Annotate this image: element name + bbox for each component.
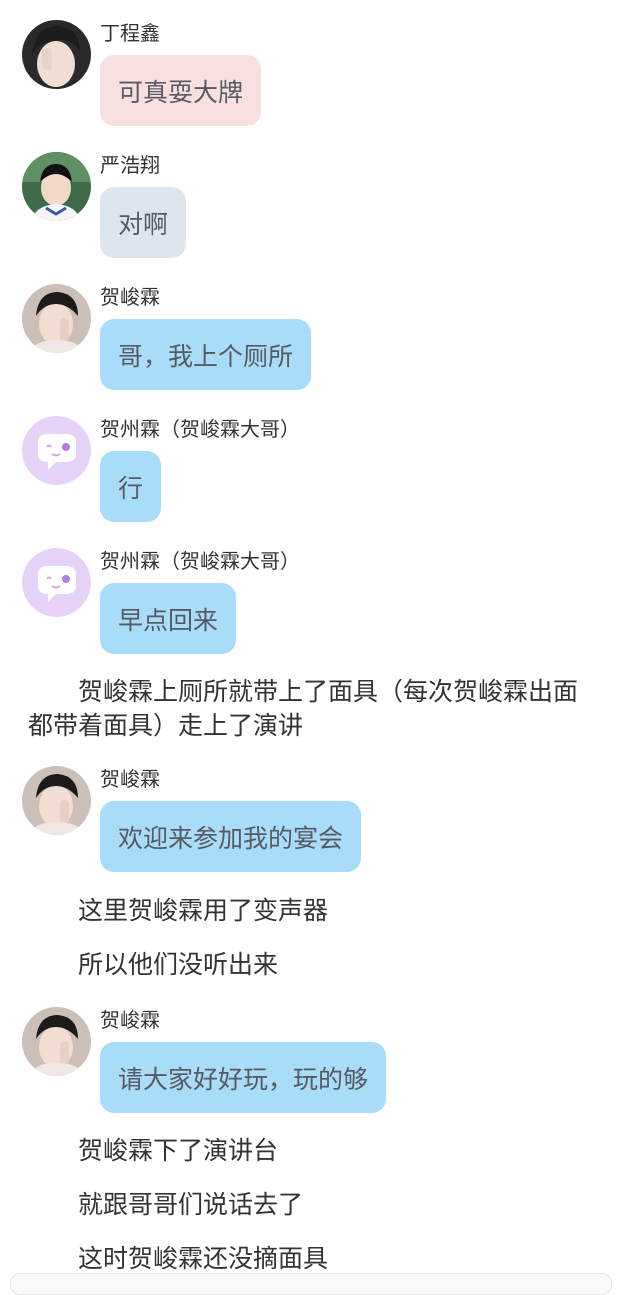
narration-text: 贺峻霖上厕所就带上了面具（每次贺峻霖出面都带着面具）走上了演讲 [28,677,579,740]
message-text: 行 [118,473,144,503]
message-bubble[interactable]: 哥，我上个厕所 [100,319,312,390]
narration-text: 这时贺峻霖还没摘面具 [78,1244,329,1273]
message-text: 欢迎来参加我的宴会 [118,823,344,853]
avatar-hezhoulin[interactable] [22,416,91,485]
avatar-dingchengxin[interactable] [22,20,91,89]
message-bubble[interactable]: 欢迎来参加我的宴会 [100,801,362,872]
message-text: 早点回来 [118,605,219,635]
message-text: 哥，我上个厕所 [118,341,294,371]
sender-name: 贺峻霖 [100,285,160,309]
avatar-hejunlin[interactable] [22,766,91,835]
message-text: 可真耍大牌 [118,77,244,107]
narration-text: 这里贺峻霖用了变声器 [78,896,329,925]
sender-name: 贺峻霖 [100,1008,160,1032]
sender-name: 贺州霖（贺峻霖大哥） [100,417,300,441]
narration-text: 就跟哥哥们说话去了 [78,1190,304,1219]
avatar-hezhoulin[interactable] [22,548,91,617]
sender-name: 丁程鑫 [100,21,160,45]
message-text: 对啊 [118,209,169,239]
avatar-hejunlin[interactable] [22,1007,91,1076]
sender-name: 贺州霖（贺峻霖大哥） [100,549,300,573]
message-bubble[interactable]: 行 [100,451,162,522]
message-bubble[interactable]: 可真耍大牌 [100,55,262,126]
message-bubble[interactable]: 早点回来 [100,583,237,654]
avatar-hejunlin[interactable] [22,284,91,353]
message-bubble[interactable]: 请大家好好玩，玩的够 [100,1042,387,1113]
sender-name: 严浩翔 [100,153,160,177]
avatar-yanhaoxiang[interactable] [22,152,91,221]
narration-text: 贺峻霖下了演讲台 [78,1136,279,1165]
message-bubble[interactable]: 对啊 [100,187,187,258]
narration-text: 所以他们没听出来 [78,950,279,979]
input-bar[interactable] [10,1273,612,1295]
message-text: 请大家好好玩，玩的够 [118,1064,369,1094]
sender-name: 贺峻霖 [100,767,160,791]
